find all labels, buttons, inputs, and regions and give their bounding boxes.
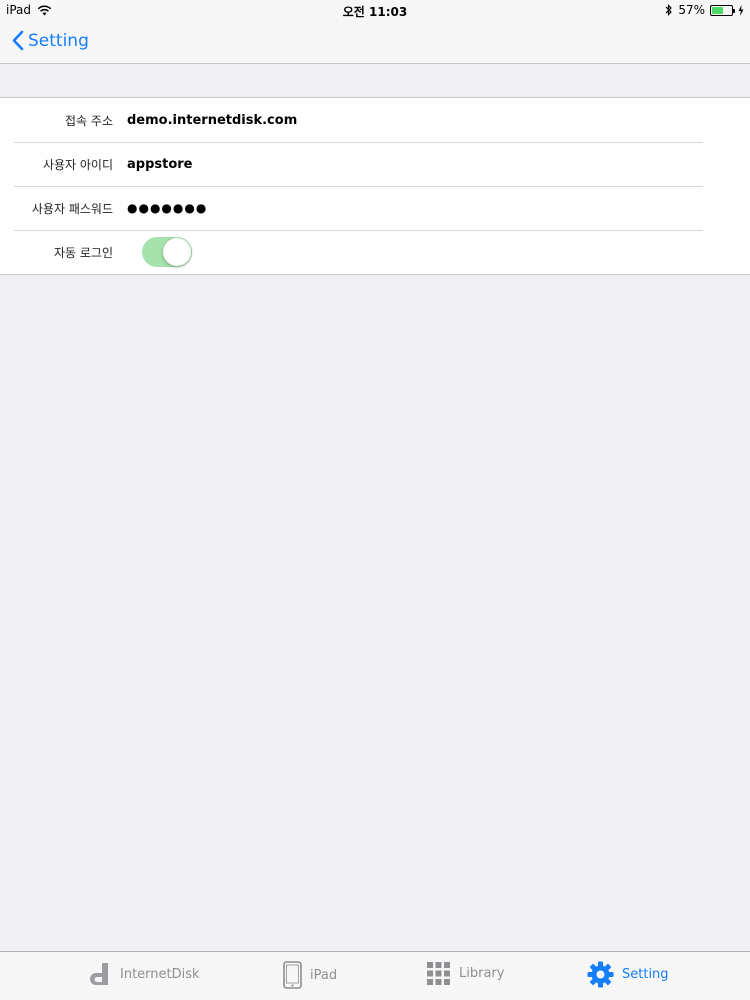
server-address-value[interactable]: demo.internetdisk.com: [127, 113, 297, 128]
battery-percent: 57%: [678, 3, 705, 17]
gear-icon: [587, 961, 614, 988]
status-bar: iPad 오전 11:03 57%: [0, 0, 750, 22]
tab-bar: InternetDisk iPad Library Setting: [0, 951, 750, 1000]
auto-login-label: 자동 로그인: [53, 245, 113, 260]
ipad-icon: [283, 961, 302, 989]
tab-internetdisk-label: InternetDisk: [120, 966, 200, 982]
grid-icon: [427, 962, 450, 985]
tab-setting[interactable]: Setting: [587, 961, 669, 988]
user-id-value[interactable]: appstore: [127, 157, 193, 172]
chevron-left-icon: [12, 30, 24, 51]
back-button-label: Setting: [28, 30, 89, 51]
auto-login-row: 자동 로그인: [0, 230, 750, 274]
password-value[interactable]: ●●●●●●●: [127, 201, 207, 215]
settings-table: 접속 주소 demo.internetdisk.com 사용자 아이디 apps…: [0, 97, 750, 275]
back-button[interactable]: Setting: [12, 30, 89, 51]
tab-ipad[interactable]: iPad: [283, 961, 337, 989]
charging-icon: [738, 4, 744, 16]
navigation-bar: Setting: [0, 22, 750, 64]
password-row[interactable]: 사용자 패스워드 ●●●●●●●: [0, 186, 750, 230]
toggle-knob: [163, 238, 191, 266]
user-id-row[interactable]: 사용자 아이디 appstore: [0, 142, 750, 186]
battery-icon: [710, 4, 735, 16]
bluetooth-icon: [665, 4, 673, 16]
server-address-row[interactable]: 접속 주소 demo.internetdisk.com: [0, 98, 750, 142]
battery-fill: [712, 6, 723, 14]
user-id-label: 사용자 아이디: [42, 157, 113, 172]
password-label: 사용자 패스워드: [31, 201, 113, 216]
auto-login-toggle[interactable]: [142, 237, 192, 267]
status-right: 57%: [665, 3, 744, 17]
tab-library-label: Library: [459, 966, 505, 981]
server-address-label: 접속 주소: [65, 113, 113, 128]
tab-ipad-label: iPad: [310, 967, 338, 983]
status-time: 오전 11:03: [342, 5, 408, 19]
tab-internetdisk[interactable]: InternetDisk: [88, 961, 200, 987]
tab-library[interactable]: Library: [426, 961, 504, 986]
tab-setting-label: Setting: [622, 967, 669, 982]
internetdisk-logo-icon: [90, 963, 108, 985]
